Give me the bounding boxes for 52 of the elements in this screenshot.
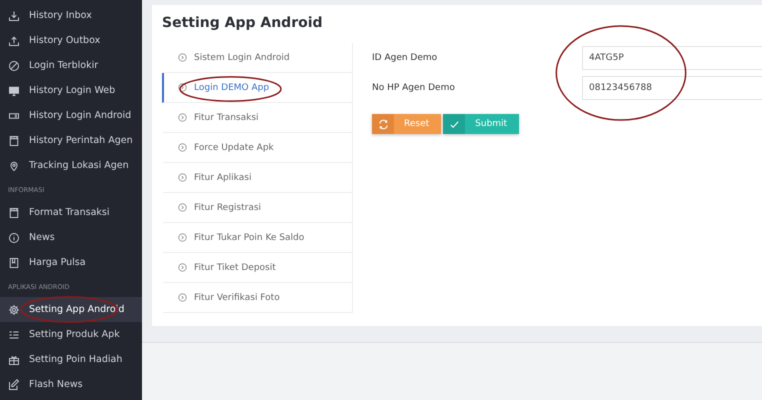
settings-tab[interactable]: Fitur Registrasi [162, 193, 352, 223]
sidebar-item[interactable]: Format Transaksi [0, 200, 142, 225]
settings-icon [8, 304, 20, 316]
chevron-circle-icon [178, 83, 187, 92]
sidebar-item[interactable]: History Login Web [0, 78, 142, 103]
download-icon [8, 10, 20, 22]
gift-icon [8, 354, 20, 366]
refresh-icon [378, 118, 388, 130]
block-icon [8, 60, 20, 72]
chevron-circle-icon [178, 233, 187, 242]
chevron-circle-icon [178, 113, 187, 122]
sidebar-item[interactable]: History Inbox [0, 3, 142, 28]
book-icon [8, 256, 20, 268]
chevron-circle-icon [178, 173, 187, 182]
sidebar-item[interactable]: Setting Poin Hadiah [0, 347, 142, 372]
sidebar-item[interactable]: History Perintah Agen [0, 128, 142, 153]
settings-tab[interactable]: Sistem Login Android [162, 43, 352, 73]
settings-tab[interactable]: Fitur Aplikasi [162, 163, 352, 193]
sidebar-item[interactable]: Flash News [0, 372, 142, 397]
settings-tab[interactable]: Fitur Verifikasi Foto [162, 283, 352, 313]
input-field[interactable]: 4ATG5P [582, 46, 762, 70]
sidebar-item[interactable]: News [0, 225, 142, 250]
pin-icon [8, 160, 20, 172]
settings-tab[interactable]: Force Update Apk [162, 133, 352, 163]
sidebar-item[interactable]: Setting App Android [0, 297, 142, 322]
settings-tab[interactable]: Login DEMO App [162, 73, 352, 103]
calendar-icon [8, 206, 20, 218]
sidebar-item[interactable]: Setting Produk Apk [0, 322, 142, 347]
monitor-icon [8, 84, 20, 96]
sidebar-item[interactable]: Login Terblokir [0, 53, 142, 78]
input-field[interactable]: 08123456788 [582, 76, 762, 100]
calendar-icon [8, 134, 20, 146]
field-label: ID Agen Demo [372, 53, 438, 63]
chevron-circle-icon [178, 53, 187, 62]
edit-icon [8, 378, 20, 390]
field-label: No HP Agen Demo [372, 83, 456, 93]
chevron-circle-icon [178, 293, 187, 302]
chevron-circle-icon [178, 143, 187, 152]
sidebar-item[interactable]: History Login Android [0, 103, 142, 128]
list-icon [8, 328, 20, 340]
info-icon [8, 232, 20, 244]
checkmark-icon [448, 118, 460, 130]
page-title: Setting App Android [162, 15, 324, 31]
sidebar-item[interactable]: Harga Pulsa [0, 250, 142, 275]
sidebar-item[interactable]: Tracking Lokasi Agen [0, 153, 142, 178]
settings-tab[interactable]: Fitur Tiket Deposit [162, 253, 352, 283]
settings-tab[interactable]: Fitur Tukar Poin Ke Saldo [162, 223, 352, 253]
chevron-circle-icon [178, 263, 187, 272]
settings-tab[interactable]: Fitur Transaksi [162, 103, 352, 133]
sidebar-item[interactable]: History Outbox [0, 28, 142, 53]
chevron-circle-icon [178, 203, 187, 212]
upload-icon [8, 34, 20, 46]
